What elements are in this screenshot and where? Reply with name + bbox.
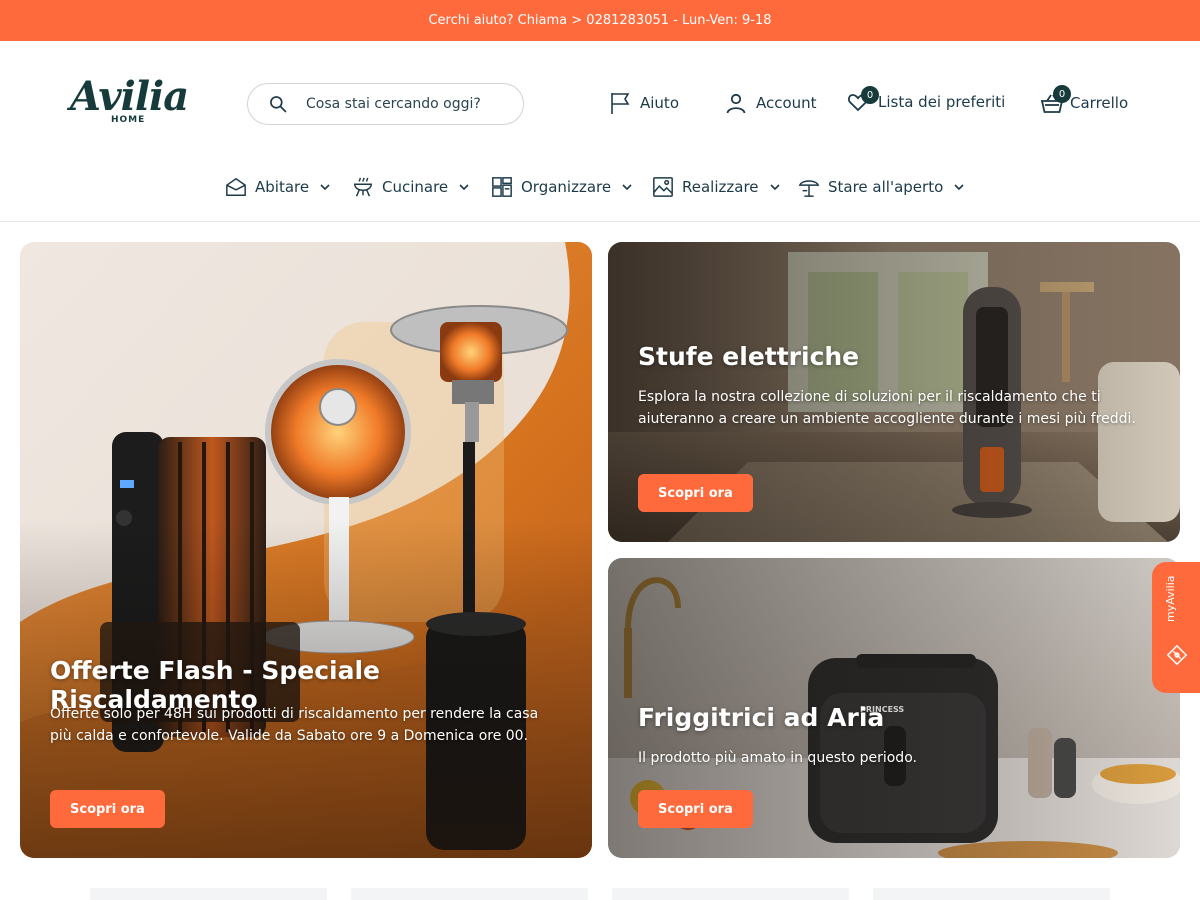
hero-card-electric-heaters[interactable]: Stufe elettriche Esplora la nostra colle… (608, 242, 1180, 542)
product-tile[interactable] (612, 888, 849, 900)
house-icon (226, 177, 246, 196)
product-tile[interactable] (351, 888, 588, 900)
account-link[interactable]: Account (724, 91, 817, 115)
parasol-icon (798, 180, 820, 197)
product-tile[interactable] (90, 888, 327, 900)
myavilia-side-tab[interactable]: myAvilia (1152, 562, 1200, 693)
hero-heaters-description: Esplora la nostra collezione di soluzion… (638, 389, 1136, 427)
nav-item-cucinare[interactable]: Cucinare (352, 171, 470, 203)
myavilia-label: myAvilia (1164, 575, 1177, 622)
site-header: Avilia HOME Aiuto Account Lista dei pref… (0, 41, 1200, 222)
shelves-icon (492, 177, 512, 197)
flag-icon (611, 93, 630, 114)
nav-item-realizzare[interactable]: Realizzare (652, 171, 781, 203)
hero-airfryer-description: Il prodotto più amato in questo periodo. (638, 750, 917, 766)
logo-subtitle: HOME (111, 115, 146, 125)
support-phone-text[interactable]: Cerchi aiuto? Chiama > 0281283051 - Lun-… (428, 13, 771, 28)
nav-label: Organizzare (521, 178, 612, 196)
nav-label: Cucinare (382, 178, 449, 196)
cart-count-badge: 0 (1053, 85, 1071, 103)
search-icon[interactable] (268, 94, 288, 114)
top-announcement-bar: Cerchi aiuto? Chiama > 0281283051 - Lun-… (0, 0, 1200, 41)
cart-label: Carrello (1070, 94, 1129, 112)
grill-icon (354, 177, 372, 197)
user-icon (726, 93, 746, 114)
hero-airfryer-title: Friggitrici ad Aria (638, 703, 885, 732)
search-bar[interactable] (247, 83, 524, 125)
wishlist-label: Lista dei preferiti (878, 93, 1006, 111)
hero-card-air-fryers[interactable]: PRINCESS Friggitrici ad Aria Il prodotto… (608, 558, 1180, 858)
ticket-icon (1166, 644, 1188, 666)
heaters-product-image (20, 242, 592, 858)
nav-item-stare-all-aperto[interactable]: Stare all'aperto (798, 171, 965, 203)
chevron-down-icon (954, 184, 964, 191)
discover-button[interactable]: Scopri ora (638, 474, 753, 512)
brand-logo[interactable]: Avilia HOME (70, 73, 189, 131)
logo-wordmark: Avilia (70, 73, 189, 120)
nav-label: Abitare (255, 178, 310, 196)
chevron-down-icon (459, 184, 469, 191)
account-label: Account (756, 94, 817, 112)
discover-button[interactable]: Scopri ora (638, 790, 753, 828)
nav-label: Stare all'aperto (828, 178, 944, 196)
chevron-down-icon (769, 184, 780, 191)
chevron-down-icon (622, 184, 632, 191)
help-link[interactable]: Aiuto (608, 91, 679, 115)
picture-icon (653, 177, 673, 197)
nav-item-abitare[interactable]: Abitare (225, 171, 331, 203)
hero-main-description: Offerte solo per 48H sui prodotti di ris… (50, 706, 539, 744)
wishlist-count-badge: 0 (861, 86, 879, 104)
main-nav: Abitare Cucinare Organizzare Realizzare … (0, 171, 1200, 203)
discover-button[interactable]: Scopri ora (50, 790, 165, 828)
search-input[interactable] (306, 96, 516, 112)
hero-card-flash-offers[interactable]: Offerte Flash - Speciale Riscaldamento O… (20, 242, 592, 858)
hero-heaters-title: Stufe elettriche (638, 342, 860, 371)
help-label: Aiuto (640, 94, 679, 112)
nav-label: Realizzare (682, 178, 759, 196)
chevron-down-icon (320, 184, 330, 191)
nav-item-organizzare[interactable]: Organizzare (491, 171, 633, 203)
product-tile[interactable] (873, 888, 1110, 900)
